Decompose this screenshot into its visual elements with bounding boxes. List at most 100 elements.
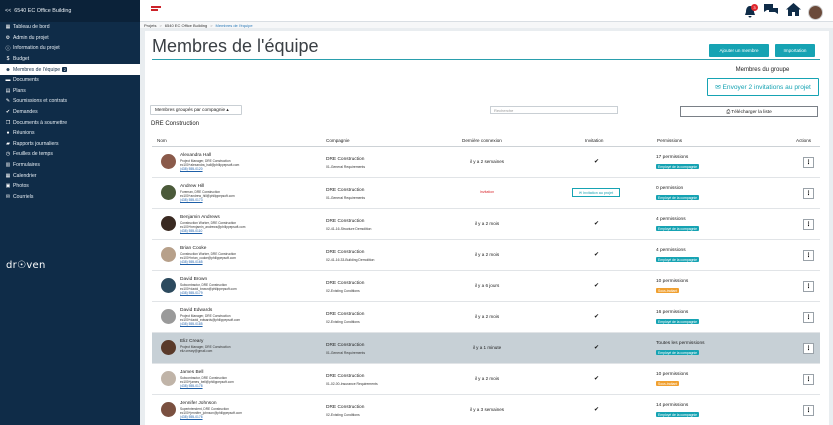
sidebar-item-3[interactable]: $ Budget [0, 54, 140, 65]
header-actions: Actions [796, 138, 812, 143]
user-avatar[interactable] [808, 4, 823, 20]
more-actions-button[interactable]: ⋮ [803, 405, 814, 416]
member-name[interactable]: Alexandra Hall [180, 153, 211, 158]
header-name[interactable]: Nom [157, 138, 167, 143]
permissions-count[interactable]: 4 permissions [656, 217, 686, 222]
sidebar-item-0[interactable]: ▦ Tableau de bord [0, 22, 140, 33]
table-row[interactable]: James Bell Subcontractor, DRE Constructio… [152, 364, 820, 395]
chat-icon[interactable] [763, 3, 779, 21]
member-name[interactable]: Andrew Hill [180, 184, 204, 189]
header-company[interactable]: Compagnie [326, 138, 350, 143]
send-invitations-button[interactable]: ✉ Envoyer 2 invitations au projet [707, 78, 819, 96]
member-name[interactable]: Jennifer Johnson [180, 401, 217, 406]
table-row[interactable]: David Brown Subcontractor, DRE Constructi… [152, 271, 820, 302]
permissions-count[interactable]: 10 permissions [656, 372, 688, 377]
more-actions-button[interactable]: ⋮ [803, 188, 814, 199]
gear-icon: ⚙ [5, 34, 11, 41]
more-actions-button[interactable]: ⋮ [803, 281, 814, 292]
sidebar-item-6[interactable]: ▤ Plans [0, 86, 140, 97]
checkmark-icon: ✔ [594, 376, 600, 382]
main-content: Membres de l'équipe Ajouter un membre Im… [145, 31, 829, 425]
import-button[interactable]: Importation [775, 44, 815, 57]
chevron-left-icon[interactable]: << [5, 8, 11, 14]
table-row[interactable]: Brian Cooke Construction Worker, DRE Cons… [152, 240, 820, 271]
project-selector[interactable]: << 6540 EC Office Building [0, 0, 140, 22]
member-name[interactable]: James Bell [180, 370, 203, 375]
member-division: 01-02-00-Insurance Requirements [326, 382, 378, 386]
role-tag: Employé de la compagnie [656, 226, 700, 231]
sidebar-item-label: Documents [13, 77, 39, 84]
member-photo [161, 154, 176, 169]
member-phone[interactable]: (438) 555-0178 [180, 384, 203, 388]
permissions-count[interactable]: 10 permissions [656, 279, 688, 284]
breadcrumb-projects[interactable]: Projets [144, 23, 156, 28]
sidebar-item-14[interactable]: ▦ Calendrier [0, 170, 140, 181]
sidebar-item-11[interactable]: ▰ Rapports journaliers [0, 139, 140, 150]
table-row[interactable]: Alexandra Hall Project Manager, DRE Const… [152, 147, 820, 178]
invite-to-project-button[interactable]: ✉ Invitation au projet [572, 188, 620, 197]
permissions-count[interactable]: 0 permission [656, 186, 683, 191]
permissions-count[interactable]: 17 permissions [656, 155, 688, 160]
table-row[interactable]: David Edwards Project Manager, DRE Constr… [152, 302, 820, 333]
sidebar-item-13[interactable]: ▥ Formulaires [0, 160, 140, 171]
member-phone[interactable]: (438) 555-0176 [180, 415, 203, 419]
table-row[interactable]: Eliz Creary Project Manager, DRE Construc… [152, 333, 820, 364]
search-input[interactable]: Recherche [490, 106, 618, 114]
permissions-count[interactable]: Toutes les permissions [656, 341, 705, 346]
more-actions-button[interactable]: ⋮ [803, 374, 814, 385]
member-company: DRE Construction [326, 405, 365, 410]
sidebar-item-9[interactable]: ❐ Documents à soumettre [0, 117, 140, 128]
last-login: il y a 2 mois [474, 221, 500, 226]
member-phone[interactable]: (438) 555-0110 [180, 229, 202, 233]
sidebar-item-10[interactable]: ● Réunions [0, 128, 140, 139]
header-last-login[interactable]: Dernière connexion [462, 138, 502, 143]
breadcrumb-team[interactable]: Membres de l'équipe [216, 23, 253, 28]
sidebar-item-label: Documents à soumettre [13, 119, 68, 126]
checkmark-icon: ✔ [594, 407, 600, 413]
table-row[interactable]: Jennifer Johnson Superintendent, DRE Cons… [152, 395, 820, 425]
sidebar-item-16[interactable]: ✉ Courriels [0, 192, 140, 203]
checkmark-icon: ✔ [594, 345, 600, 351]
sidebar-item-8[interactable]: ✔ Demandes [0, 107, 140, 118]
permissions-count[interactable]: 16 permissions [656, 310, 688, 315]
permissions-count[interactable]: 14 permissions [656, 403, 688, 408]
member-phone[interactable]: (438) 555-0185 [180, 322, 203, 326]
last-login: il y a 2 semaines [469, 159, 505, 164]
page-title: Membres de l'équipe [152, 36, 319, 56]
more-actions-button[interactable]: ⋮ [803, 312, 814, 323]
member-name[interactable]: Eliz Creary [180, 339, 203, 344]
member-phone[interactable]: (438) 555-0173 [180, 198, 203, 202]
permissions-count[interactable]: 4 permissions [656, 248, 686, 253]
member-name[interactable]: David Edwards [180, 308, 212, 313]
home-icon[interactable] [786, 3, 801, 21]
sidebar-item-12[interactable]: ◷ Feuilles de temps [0, 149, 140, 160]
member-name[interactable]: Brian Cooke [180, 246, 206, 251]
sidebar-item-15[interactable]: ▣ Photos [0, 181, 140, 192]
add-member-button[interactable]: Ajouter un membre [709, 44, 769, 57]
header-permissions[interactable]: Permissions [657, 138, 682, 143]
more-actions-button[interactable]: ⋮ [803, 250, 814, 261]
sidebar-item-1[interactable]: ⚙ Admin du projet [0, 33, 140, 44]
more-actions-button[interactable]: ⋮ [803, 343, 814, 354]
more-actions-button[interactable]: ⋮ [803, 219, 814, 230]
last-login: il y a 3 semaines [469, 407, 505, 412]
group-by-dropdown[interactable]: Membres groupés par compagnie ▴ [150, 105, 242, 115]
member-phone[interactable]: (438) 555-0179 [180, 291, 203, 295]
sidebar-item-2[interactable]: ⓘ Information du projet [0, 43, 140, 54]
download-list-button[interactable]: ⎙ Télécharger la liste [680, 106, 818, 117]
table-row[interactable]: Andrew Hill Foreman, DRE Construction ec10… [152, 178, 820, 209]
sidebar-badge: 2 [62, 67, 68, 73]
sidebar-item-7[interactable]: ✎ Soumissions et contrats [0, 96, 140, 107]
member-phone[interactable]: (438) 555-0120 [180, 167, 203, 171]
sidebar-item-5[interactable]: ▬ Documents [0, 75, 140, 86]
breadcrumb-project[interactable]: 6540 EC Office Building [165, 23, 207, 28]
member-phone[interactable]: (438) 555-0165 [180, 260, 203, 264]
member-email[interactable]: eliz.creary@gmail.com [180, 349, 212, 353]
member-name[interactable]: David Brown [180, 277, 207, 282]
sidebar-item-4[interactable]: ☻ Membres de l'équipe 2 [0, 64, 140, 75]
more-actions-button[interactable]: ⋮ [803, 157, 814, 168]
table-row[interactable]: Benjamin Andrews Construction Worker, DRE… [152, 209, 820, 240]
notification-bell-icon[interactable]: 3 [744, 4, 758, 19]
last-login: il y a 2 mois [474, 252, 500, 257]
member-name[interactable]: Benjamin Andrews [180, 215, 220, 220]
